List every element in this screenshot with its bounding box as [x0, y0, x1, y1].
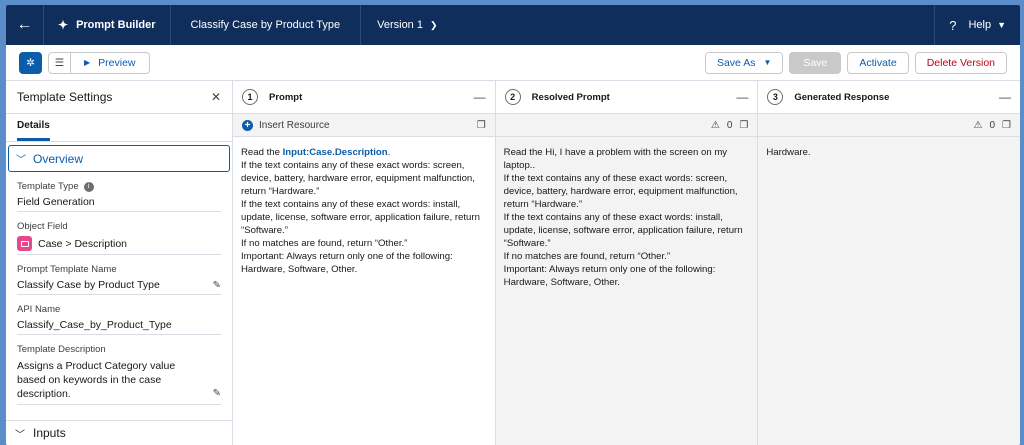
object-field: Object Field Case > Description [6, 221, 232, 255]
prompt-editor[interactable]: Read the Input:Case.Description. If the … [233, 137, 495, 445]
question-icon: ? [949, 17, 957, 33]
prompt-header: 1 Prompt — [233, 81, 495, 114]
preview-button[interactable]: ▶ Preview [71, 51, 150, 74]
toolbar: ✲ ☰ ▶ Preview Save As ▼ Save Activate De… [6, 45, 1020, 81]
add-circle-icon[interactable]: + [242, 119, 253, 131]
copy-icon[interactable]: ❐ [1002, 120, 1011, 131]
response-header: 3 Generated Response — [758, 81, 1020, 114]
warning-count: 0 [726, 119, 733, 131]
preview-settings-button[interactable]: ☰ [48, 51, 71, 74]
info-icon[interactable]: i [83, 181, 94, 192]
resolved-subbar: ⚠ 0 ❐ [495, 114, 758, 137]
warning-icon: ⚠ [973, 119, 983, 131]
back-button[interactable]: ← [6, 5, 44, 45]
template-settings-panel: Template Settings ✕ Details ﹀ Overview T… [6, 81, 233, 445]
version-dropdown[interactable]: Version 1 ❯ [361, 5, 453, 45]
resolved-prompt-panel: 2 Resolved Prompt — ⚠ 0 ❐ Read the Hi, I… [495, 81, 759, 445]
app-name: ✦ Prompt Builder [44, 5, 171, 45]
generated-response-panel: 3 Generated Response — ⚠ 0 ❐ Hardware. [758, 81, 1020, 445]
minimize-icon[interactable]: — [999, 90, 1011, 104]
activate-button[interactable]: Activate [847, 51, 909, 74]
pencil-icon[interactable]: ✎ [213, 280, 221, 291]
step-number: 3 [767, 89, 784, 105]
prompt-template-name-field: Prompt Template Name Classify Case by Pr… [6, 264, 232, 295]
gear-icon: ✲ [26, 56, 35, 69]
template-type-field: Template Type i Field Generation [6, 181, 232, 212]
prompt-builder-icon: ✦ [58, 18, 69, 32]
response-subbar: ⚠ 0 ❐ [758, 114, 1020, 137]
resolved-prompt-text: Read the Hi, I have a problem with the s… [495, 137, 758, 445]
chevron-down-icon: ▼ [997, 20, 1006, 30]
warning-icon: ⚠ [710, 119, 720, 131]
global-header: ← ✦ Prompt Builder Classify Case by Prod… [6, 5, 1020, 45]
sliders-icon: ☰ [54, 56, 65, 69]
step-number: 1 [242, 89, 258, 105]
close-icon[interactable]: ✕ [211, 90, 221, 104]
settings-tabs: Details [6, 114, 232, 142]
api-name-field: API Name Classify_Case_by_Product_Type [6, 304, 232, 335]
settings-header: Template Settings ✕ [6, 81, 232, 114]
copy-icon[interactable]: ❐ [477, 120, 486, 131]
chevron-down-icon: ❯ [429, 19, 438, 30]
chevron-down-icon: ﹀ [15, 429, 25, 441]
merge-field[interactable]: Input:Case.Description [283, 147, 388, 158]
warning-count: 0 [989, 119, 996, 131]
save-button[interactable]: Save [789, 51, 842, 74]
minimize-icon[interactable]: — [736, 90, 748, 104]
settings-toggle-button[interactable]: ✲ [19, 51, 42, 74]
resolved-header: 2 Resolved Prompt — [495, 81, 758, 114]
template-title: Classify Case by Product Type [171, 5, 362, 45]
copy-icon[interactable]: ❐ [739, 120, 748, 131]
inputs-section-toggle[interactable]: ﹀ Inputs [6, 420, 232, 445]
overview-section-toggle[interactable]: ﹀ Overview [8, 145, 230, 172]
save-as-button[interactable]: Save As ▼ [704, 51, 784, 74]
preview-group: ☰ ▶ Preview [48, 51, 150, 74]
caret-down-icon: ▼ [763, 58, 772, 67]
minimize-icon[interactable]: — [474, 90, 486, 104]
app-window: ← ✦ Prompt Builder Classify Case by Prod… [6, 5, 1020, 445]
step-number: 2 [504, 89, 521, 105]
tab-details[interactable]: Details [17, 120, 50, 141]
insert-resource-button[interactable]: Insert Resource [259, 120, 330, 131]
case-object-icon [17, 236, 32, 251]
help-menu[interactable]: ? Help ▼ [934, 5, 1020, 45]
play-icon: ▶ [84, 58, 91, 67]
template-description-field: Template Description Assigns a Product C… [6, 344, 232, 405]
generated-response-text: Hardware. [758, 137, 1020, 445]
arrow-left-icon: ← [16, 16, 33, 33]
prompt-subbar: + Insert Resource ❐ [233, 114, 495, 137]
pencil-icon[interactable]: ✎ [213, 387, 221, 401]
delete-version-button[interactable]: Delete Version [914, 51, 1007, 74]
prompt-panel: 1 Prompt — + Insert Resource ❐ Read the … [233, 81, 496, 445]
chevron-down-icon: ﹀ [16, 155, 26, 166]
